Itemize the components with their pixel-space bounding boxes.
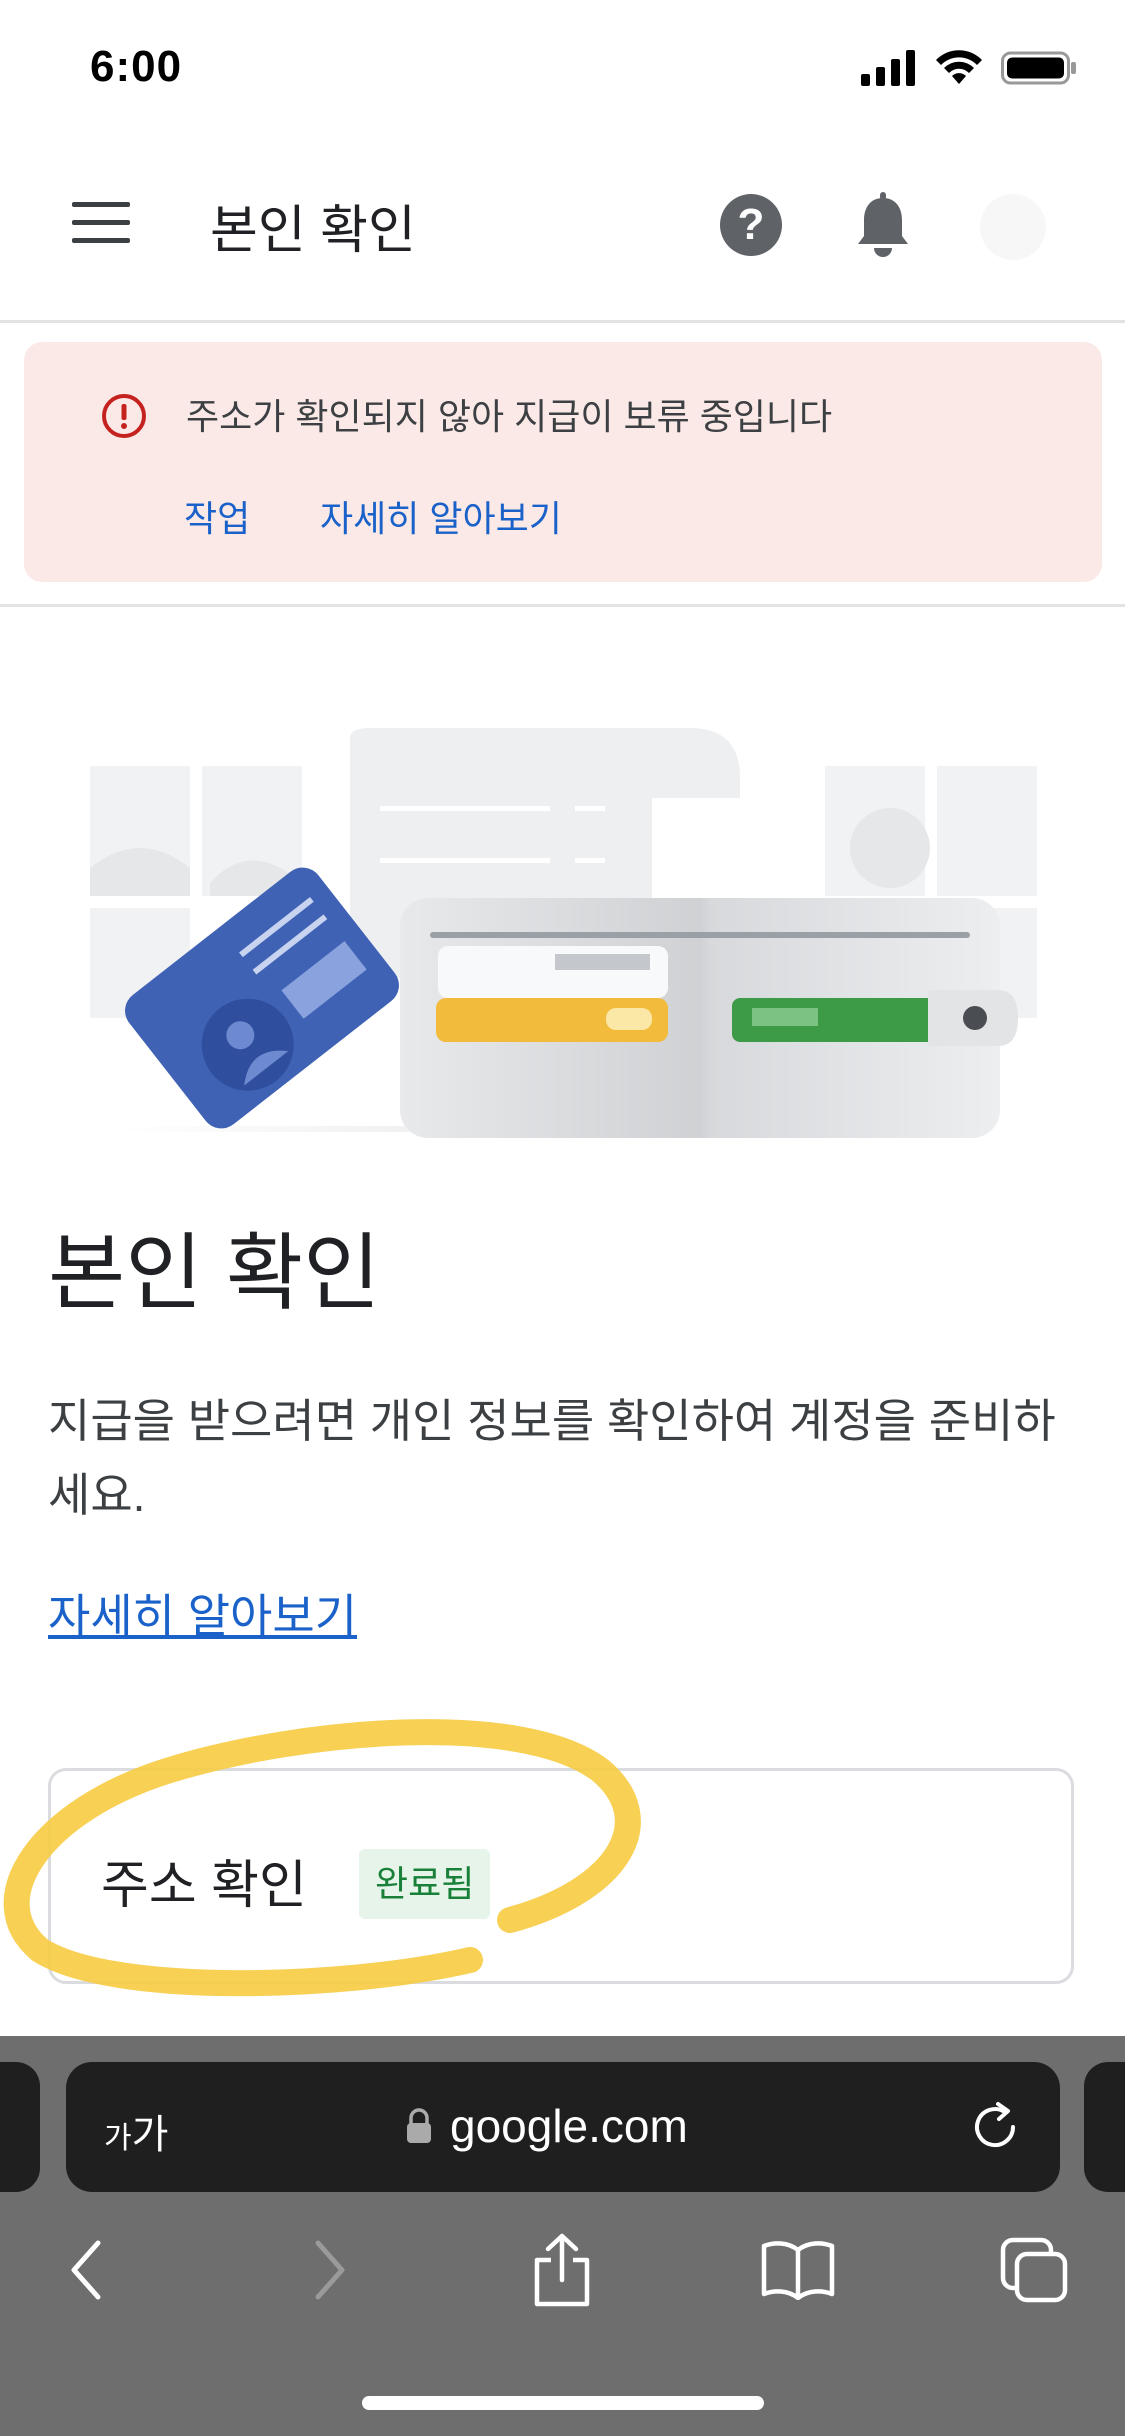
home-indicator[interactable] <box>362 2396 764 2410</box>
address-verification-card[interactable]: 주소 확인 완료됨 <box>48 1768 1074 1984</box>
status-badge: 완료됨 <box>359 1849 491 1919</box>
alert-action-button[interactable]: 작업 <box>184 490 250 542</box>
error-icon <box>102 394 146 438</box>
reload-icon[interactable] <box>966 2098 1024 2156</box>
page-title: 본인 확인 <box>48 1226 381 1320</box>
address-bar[interactable]: 가가 google.com <box>66 2062 1060 2192</box>
status-time: 6:00 <box>90 42 183 91</box>
learn-more-link[interactable]: 자세히 알아보기 <box>48 1580 357 1646</box>
status-icons <box>861 48 1077 88</box>
alert-learn-more-link[interactable]: 자세히 알아보기 <box>320 490 562 542</box>
url-display[interactable]: google.com <box>406 2094 688 2158</box>
battery-icon <box>1001 51 1076 85</box>
forward-icon[interactable] <box>290 2220 370 2320</box>
divider <box>0 604 1125 607</box>
verification-label: 주소 확인 <box>101 1857 307 1915</box>
verification-illustration <box>90 728 1037 1138</box>
share-icon[interactable] <box>522 2220 602 2320</box>
avatar[interactable] <box>980 194 1046 260</box>
alert-message: 주소가 확인되지 않아 지급이 보류 중입니다 <box>186 396 833 437</box>
bookmarks-icon[interactable] <box>758 2220 838 2320</box>
app-header: 본인 확인 ? <box>0 150 1125 323</box>
help-icon[interactable]: ? <box>720 194 782 256</box>
bell-icon[interactable] <box>852 192 914 260</box>
menu-icon[interactable] <box>72 202 130 243</box>
alert-banner: 주소가 확인되지 않아 지급이 보류 중입니다 작업 자세히 알아보기 <box>24 342 1102 582</box>
tabs-icon[interactable] <box>994 2220 1074 2320</box>
status-bar: 6:00 <box>0 0 1125 140</box>
url-text: google.com <box>450 2100 688 2152</box>
previous-tab-preview[interactable] <box>0 2062 40 2192</box>
signal-icon <box>861 50 915 86</box>
browser-navigation-toolbar <box>0 2220 1125 2320</box>
lock-icon <box>407 2108 431 2143</box>
text-size-button[interactable]: 가가 <box>104 2102 168 2160</box>
next-tab-preview[interactable] <box>1084 2062 1125 2192</box>
wifi-icon <box>936 50 982 84</box>
header-title: 본인 확인 <box>210 202 416 260</box>
page-description: 지급을 받으려면 개인 정보를 확인하여 계정을 준비하세요. <box>48 1395 1056 1521</box>
back-icon[interactable] <box>46 2220 126 2320</box>
